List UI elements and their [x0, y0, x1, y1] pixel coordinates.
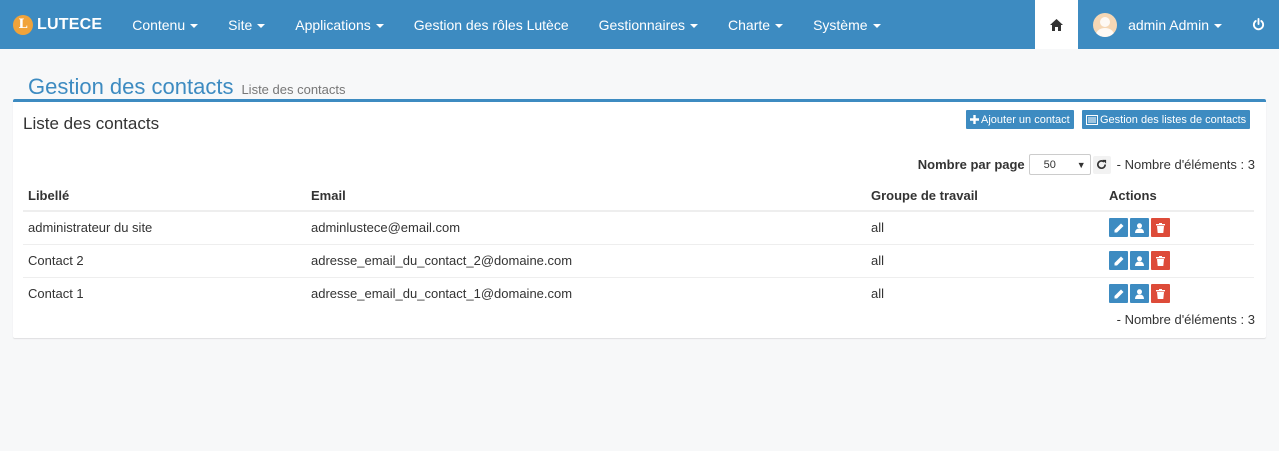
- button-label: Ajouter un contact: [981, 113, 1070, 126]
- menu-label: Système: [813, 16, 868, 33]
- box-title: Liste des contacts: [23, 114, 160, 133]
- caret-down-icon: [1214, 23, 1222, 28]
- caret-down-icon: [257, 23, 266, 28]
- header-libelle[interactable]: Libellé: [23, 180, 306, 212]
- user-icon: [1135, 255, 1144, 266]
- caret-down-icon: [775, 23, 784, 28]
- user-menu[interactable]: admin Admin: [1078, 0, 1237, 49]
- cell-actions: [1104, 211, 1254, 245]
- pencil-icon: [1114, 223, 1123, 233]
- cell-label: administrateur du site: [23, 211, 306, 245]
- list-icon: [1086, 114, 1098, 125]
- menu-label: Gestionnaires: [598, 16, 686, 33]
- caret-down-icon: [375, 23, 384, 28]
- delete-button[interactable]: [1151, 284, 1170, 304]
- header-email[interactable]: Email: [306, 180, 866, 212]
- cell-email: adminlustece@email.com: [306, 211, 866, 245]
- home-button[interactable]: [1035, 0, 1079, 49]
- cell-email: adresse_email_du_contact_2@domaine.com: [306, 244, 866, 278]
- top-navbar: L LUTECE Contenu Site Applications Gesti…: [0, 0, 1279, 49]
- power-icon: [1252, 18, 1264, 31]
- menu-label: Charte: [728, 16, 771, 33]
- manage-lists-button[interactable]: Gestion des listes de contacts: [1082, 110, 1251, 129]
- lutece-logo-icon: L: [13, 14, 33, 35]
- cell-actions: [1104, 277, 1254, 310]
- trash-icon: [1156, 222, 1165, 233]
- page-header: Gestion des contacts Liste des contacts: [28, 74, 346, 100]
- menu-label: Applications: [295, 16, 371, 33]
- edit-button[interactable]: [1109, 251, 1128, 270]
- cell-group: all: [871, 286, 885, 302]
- edit-button[interactable]: [1109, 284, 1128, 304]
- brand-logo-link[interactable]: L LUTECE: [0, 0, 117, 49]
- cell-email: adresse_email_du_contact_1@domaine.com: [311, 286, 573, 302]
- user-icon: [1135, 223, 1144, 233]
- cell-label: Contact 1: [28, 286, 84, 302]
- edit-button[interactable]: [1109, 218, 1128, 238]
- header-actions: Actions: [1104, 180, 1254, 212]
- user-icon: [1135, 289, 1144, 299]
- items-per-page-select[interactable]: 50 ▼: [1028, 154, 1091, 175]
- menu-label: Site: [228, 16, 253, 33]
- home-icon: [1050, 18, 1064, 31]
- plus-icon: [970, 115, 979, 124]
- table-row: Contact 1 adresse_email_du_contact_1@dom…: [23, 277, 1254, 310]
- trash-icon: [1156, 288, 1165, 299]
- menu-label: Contenu: [132, 16, 186, 33]
- select-value: 50: [1043, 158, 1056, 171]
- items-per-page-label: Nombre par page: [917, 157, 1025, 172]
- avatar: [1093, 12, 1118, 37]
- pencil-icon: [1114, 256, 1123, 265]
- menu-gestion-roles[interactable]: Gestion des rôles Lutèce: [399, 0, 584, 49]
- refresh-icon: [1097, 159, 1107, 170]
- menu-systeme[interactable]: Système: [798, 0, 895, 49]
- user-button[interactable]: [1130, 251, 1149, 270]
- page-title: Gestion des contacts: [28, 74, 234, 99]
- menu-site[interactable]: Site: [213, 0, 280, 49]
- caret-down-icon: [190, 23, 199, 28]
- cell-label: Contact 2: [23, 244, 306, 278]
- button-label: Gestion des listes de contacts: [1100, 113, 1247, 126]
- cell-group: all: [866, 211, 1104, 245]
- contacts-table: Libellé Email Groupe de travail Actions …: [23, 180, 1254, 310]
- brand-name: LUTECE: [37, 15, 103, 33]
- delete-button[interactable]: [1151, 218, 1170, 238]
- user-button[interactable]: [1130, 218, 1149, 238]
- item-count: - Nombre d'éléments : 3: [1116, 157, 1255, 172]
- logout-button[interactable]: [1237, 0, 1279, 49]
- contacts-box: Liste des contacts Ajouter un contact Ge…: [13, 99, 1266, 338]
- add-contact-button[interactable]: Ajouter un contact: [966, 110, 1074, 129]
- cell-group: all: [866, 244, 1104, 278]
- menu-label: Gestion des rôles Lutèce: [413, 16, 569, 33]
- page-subtitle: Liste des contacts: [241, 82, 346, 97]
- header-groupe[interactable]: Groupe de travail: [866, 180, 1104, 212]
- trash-icon: [1156, 255, 1165, 266]
- menu-gestionnaires[interactable]: Gestionnaires: [584, 0, 713, 49]
- pencil-icon: [1114, 289, 1123, 299]
- cell-actions: [1104, 244, 1254, 278]
- menu-applications[interactable]: Applications: [280, 0, 399, 49]
- user-button[interactable]: [1130, 284, 1149, 304]
- user-name: admin Admin: [1128, 16, 1209, 33]
- navbar-right: admin Admin: [1035, 0, 1279, 49]
- table-header-row: Libellé Email Groupe de travail Actions: [23, 180, 1254, 212]
- dropdown-arrow-icon: ▼: [1076, 159, 1086, 170]
- pagination-controls: Nombre par page 50 ▼ - Nombre d'éléments…: [918, 154, 1255, 175]
- menu-charte[interactable]: Charte: [713, 0, 798, 49]
- item-count-bottom: - Nombre d'éléments : 3: [1116, 312, 1255, 327]
- caret-down-icon: [872, 23, 881, 28]
- table-row: Contact 2 adresse_email_du_contact_2@dom…: [23, 244, 1254, 278]
- delete-button[interactable]: [1151, 251, 1170, 270]
- menu-contenu[interactable]: Contenu: [117, 0, 213, 49]
- refresh-button[interactable]: [1092, 155, 1111, 174]
- table-row: administrateur du site adminlustece@emai…: [23, 211, 1254, 245]
- caret-down-icon: [690, 23, 699, 28]
